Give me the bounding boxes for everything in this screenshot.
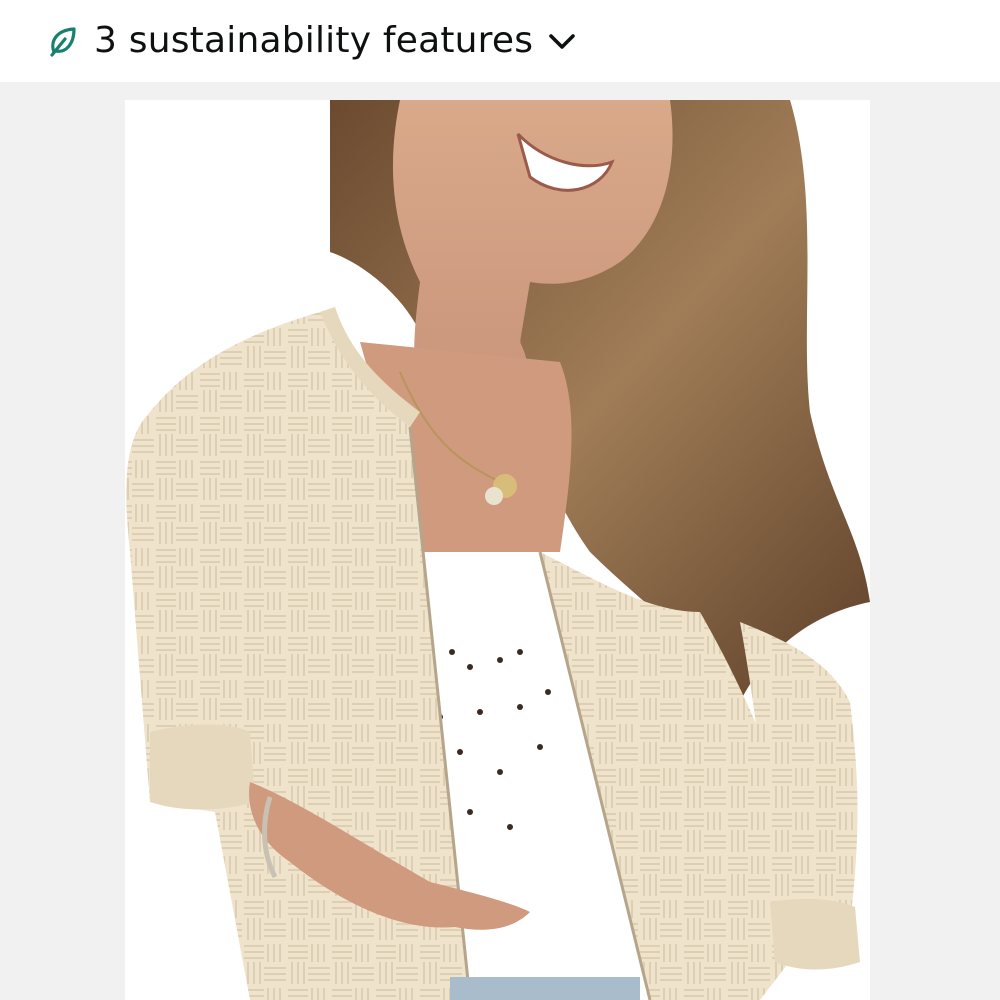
product-page: 3 sustainability features xyxy=(0,0,1000,1000)
product-image[interactable] xyxy=(0,82,1000,1000)
product-photo-illustration xyxy=(0,82,1000,1000)
leaf-icon xyxy=(46,24,80,58)
sustainability-features-toggle[interactable]: 3 sustainability features xyxy=(0,0,1000,82)
chevron-down-icon[interactable] xyxy=(545,24,579,58)
sustainability-features-label: 3 sustainability features xyxy=(94,20,534,61)
